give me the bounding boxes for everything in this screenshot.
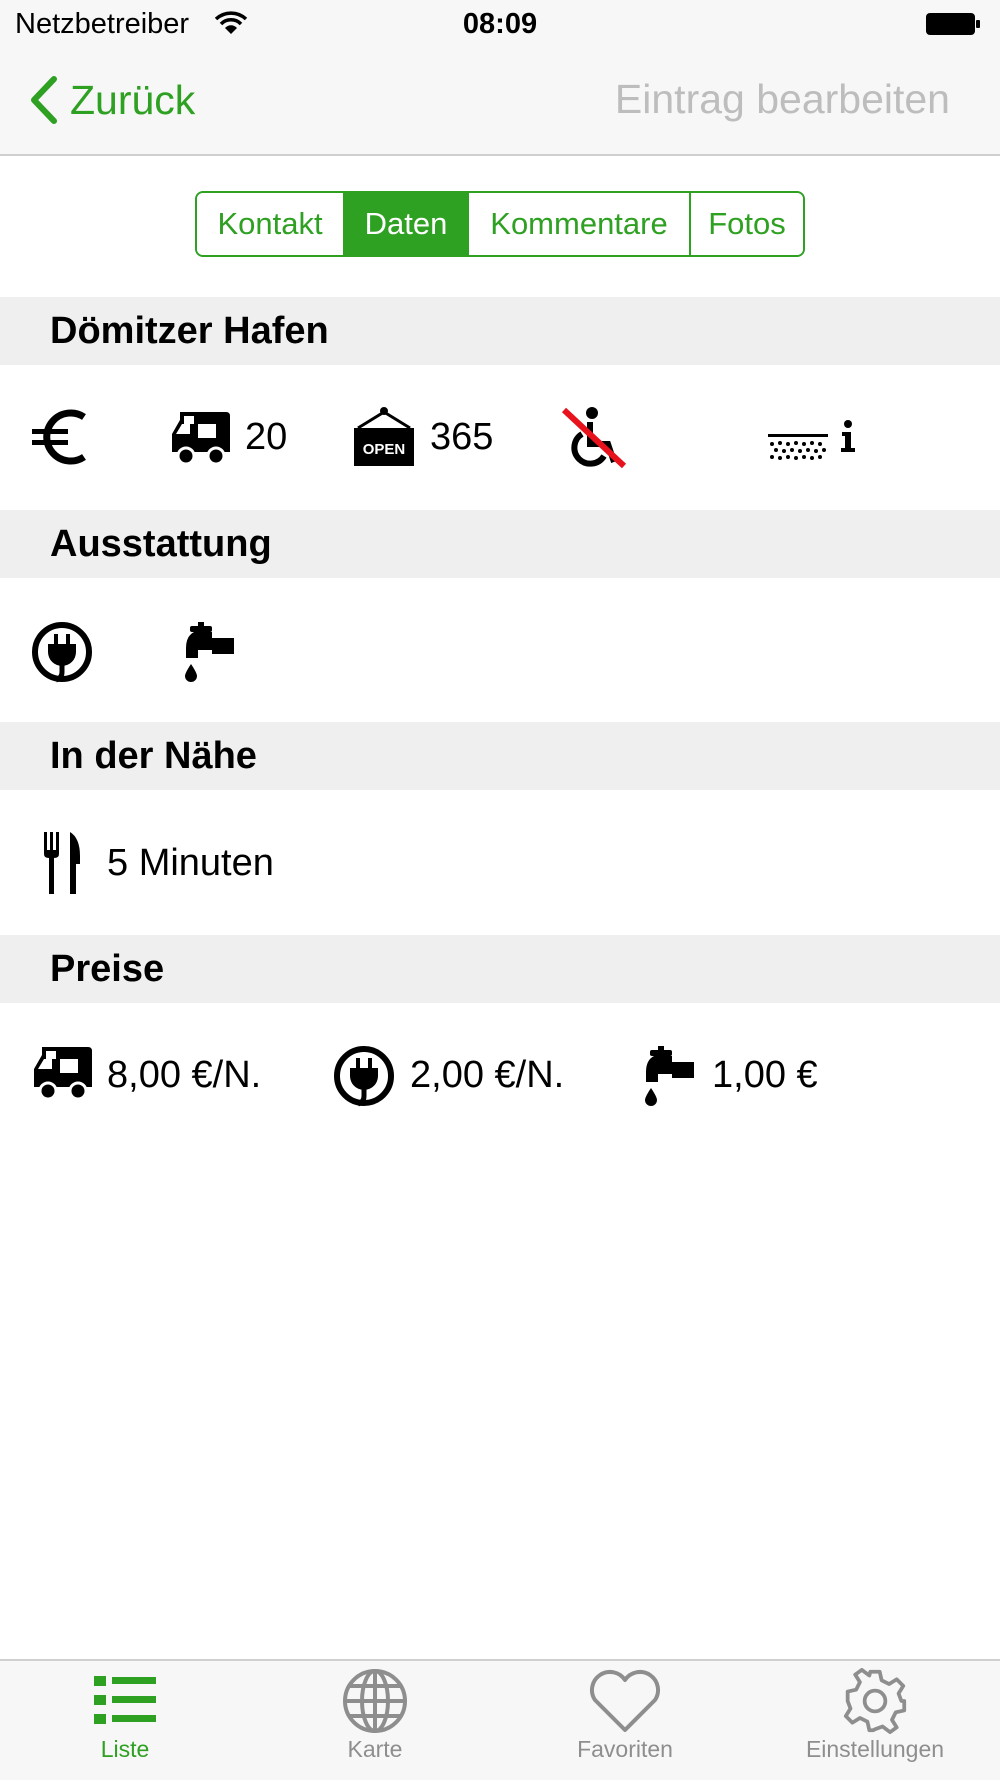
tab-liste[interactable]: Liste [0, 1668, 250, 1778]
gear-icon [843, 1668, 907, 1734]
segment-kommentare[interactable]: Kommentare [469, 193, 691, 255]
heart-icon [589, 1670, 661, 1732]
open-days: 365 [430, 416, 494, 458]
status-time: 08:09 [462, 8, 538, 40]
equipment-title: Ausstattung [50, 523, 272, 565]
segment-kontakt[interactable]: Kontakt [197, 193, 345, 255]
chevron-left-icon [31, 76, 57, 124]
segment-fotos[interactable]: Fotos [691, 193, 803, 255]
tab-karte-label: Karte [347, 1736, 403, 1762]
back-button-label: Zurück [70, 76, 196, 123]
water-tap-icon [185, 622, 234, 682]
segment-daten[interactable]: Daten [345, 193, 469, 255]
restaurant-icon [44, 832, 80, 894]
pitch-count: 20 [245, 416, 288, 458]
tab-einstellungen-label: Einstellungen [805, 1736, 945, 1762]
restaurant-distance: 5 Minuten [107, 842, 274, 884]
gravel-surface-icon [768, 434, 828, 460]
tab-karte[interactable]: Karte [250, 1668, 500, 1778]
tab-favoriten-label: Favoriten [577, 1736, 673, 1762]
back-button[interactable]: Zurück [28, 70, 195, 130]
list-icon [94, 1676, 156, 1724]
camper-price-icon [34, 1047, 92, 1101]
power-price-icon [334, 1046, 394, 1107]
price-camper: 8,00 €/N. [107, 1054, 262, 1096]
prices-title: Preise [50, 948, 165, 990]
svg-text:OPEN: OPEN [363, 441, 406, 458]
euro-icon [32, 409, 86, 465]
info-icon[interactable] [838, 420, 858, 454]
price-power: 2,00 €/N. [410, 1054, 565, 1096]
battery-icon [926, 13, 980, 35]
place-name: Dömitzer Hafen [50, 310, 329, 352]
open-sign-icon: OPEN [354, 407, 414, 466]
tab-favoriten[interactable]: Favoriten [500, 1668, 750, 1778]
water-price-icon [645, 1046, 694, 1106]
edit-entry-button[interactable]: Eintrag bearbeiten [615, 76, 950, 123]
tab-liste-label: Liste [100, 1736, 150, 1762]
segmented-control: Kontakt Daten Kommentare Fotos [195, 191, 805, 257]
globe-icon [343, 1669, 407, 1733]
camper-icon [172, 412, 230, 466]
wheelchair-crossed-icon [562, 407, 627, 469]
nearby-title: In der Nähe [50, 735, 257, 777]
tab-einstellungen[interactable]: Einstellungen [750, 1668, 1000, 1778]
power-plug-icon [32, 622, 92, 683]
price-water: 1,00 € [712, 1054, 818, 1096]
